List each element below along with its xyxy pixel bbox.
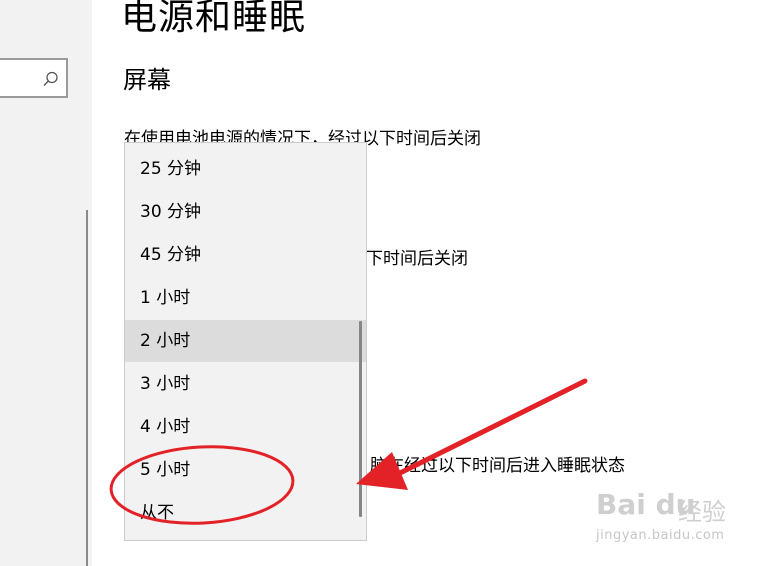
search-input[interactable] [0, 60, 48, 96]
option-45-min[interactable]: 45 分钟 [125, 234, 366, 276]
option-5-hours[interactable]: 5 小时 [125, 449, 366, 491]
sleep-label: 脑在经过以下时间后进入睡眠状态 [370, 456, 625, 476]
dropdown-scrollbar[interactable] [359, 321, 362, 517]
option-2-hours-selected[interactable]: 2 小时 [125, 320, 366, 362]
baidu-watermark: Bai du 经验 jingyan.baidu.com [596, 488, 746, 548]
option-3-hours[interactable]: 3 小时 [125, 363, 366, 405]
annotation-overlay [109, 378, 588, 525]
plugged-screen-off-label: 下时间后关闭 [366, 249, 468, 269]
navigation-pane [0, 0, 92, 566]
watermark-url: jingyan.baidu.com [596, 528, 725, 543]
option-4-hours[interactable]: 4 小时 [125, 406, 366, 448]
page-title: 电源和睡眠 [121, 0, 307, 38]
option-25-min[interactable]: 25 分钟 [125, 148, 366, 190]
option-30-min[interactable]: 30 分钟 [125, 191, 366, 233]
option-1-hour[interactable]: 1 小时 [125, 277, 366, 319]
search-icon[interactable] [42, 70, 60, 88]
watermark-brand: 经验 [678, 498, 726, 526]
timeout-dropdown-list[interactable]: 25 分钟 30 分钟 45 分钟 1 小时 2 小时 3 小时 4 小时 5 … [124, 142, 367, 541]
search-box[interactable] [0, 58, 68, 98]
option-never[interactable]: 从不 [125, 492, 366, 534]
sidebar-scrollbar[interactable] [86, 210, 88, 566]
section-title-screen: 屏幕 [123, 66, 171, 94]
